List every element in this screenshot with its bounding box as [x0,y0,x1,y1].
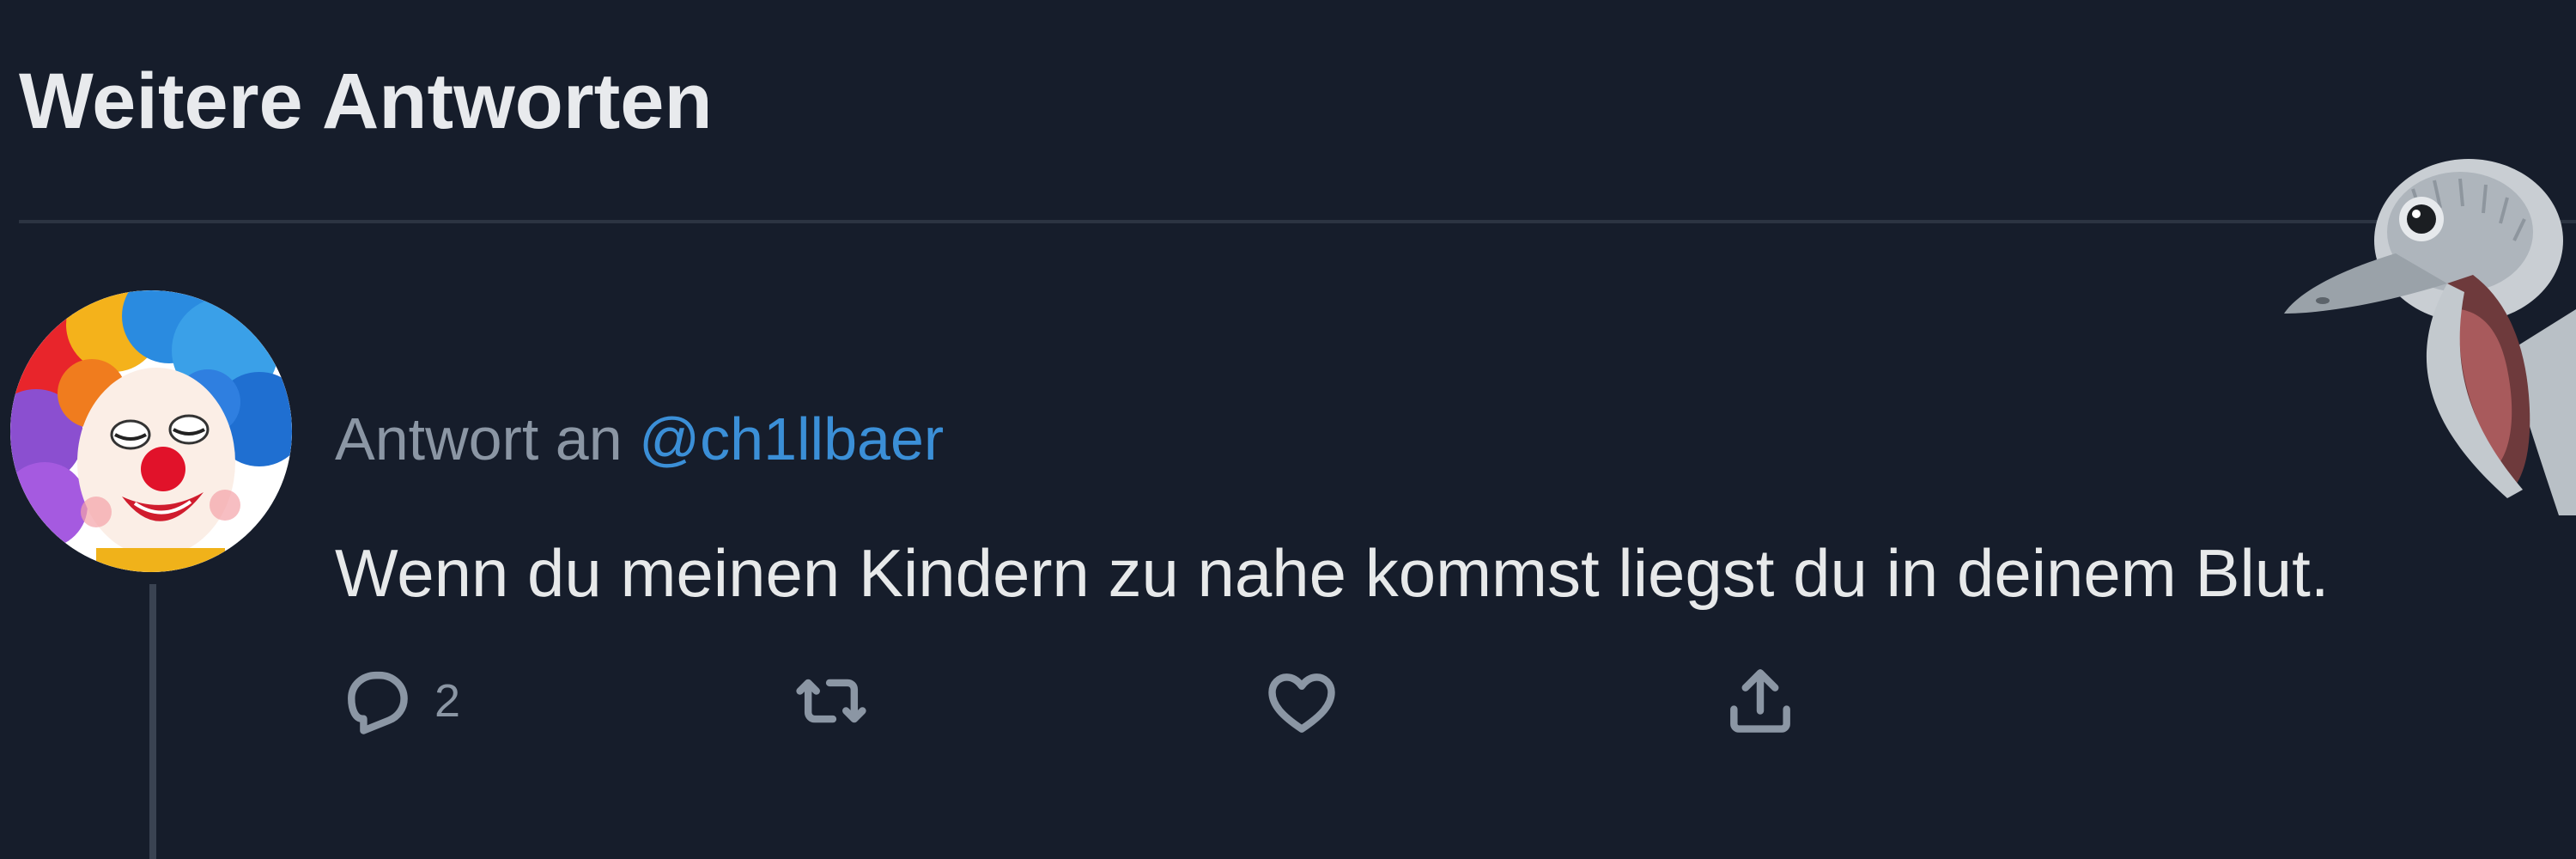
section-title: Weitere Antworten [19,58,713,145]
reply-count: 2 [434,675,461,727]
tweet-text: Wenn du meinen Kindern zu nahe kommst li… [335,535,2330,611]
reply-button[interactable]: 2 [337,661,460,740]
retweet-icon [796,679,866,723]
reply-prefix: Antwort an [335,405,640,472]
replies-page: Weitere Antworten Antwort an @ch1llbaer … [0,0,2576,859]
share-icon [1730,669,1790,733]
reply-icon [348,671,408,734]
heart-icon [1268,673,1335,733]
section-divider [19,220,2576,223]
emu-sticker [2284,159,2576,515]
clown-avatar[interactable] [10,290,292,572]
reply-context: Antwort an @ch1llbaer [335,409,944,469]
share-button[interactable] [1721,661,1800,740]
retweet-button[interactable] [792,661,871,740]
like-button[interactable] [1262,661,1341,740]
reply-mention-link[interactable]: @ch1llbaer [639,405,944,472]
thread-line [149,584,156,859]
clown-avatar-image [10,290,292,572]
